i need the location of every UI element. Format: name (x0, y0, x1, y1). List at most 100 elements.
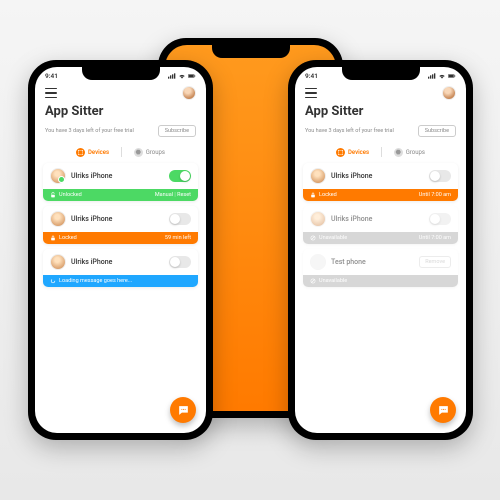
device-card: Ulriks iPhone Locked Until 7:00 am (303, 163, 458, 201)
device-avatar[interactable] (50, 168, 66, 184)
notch (82, 67, 160, 80)
status-label: Locked (59, 235, 77, 241)
page-title: App Sitter (295, 102, 466, 123)
device-status-strip: Locked 59 min left (43, 232, 198, 244)
tab-groups-label: Groups (406, 149, 425, 156)
wifi-icon (438, 73, 446, 79)
tab-devices[interactable]: ⬚ Devices (336, 148, 369, 157)
groups-icon: ⬣ (134, 148, 143, 157)
status-right-a: Until 7:00 am (419, 192, 451, 198)
chat-fab[interactable] (170, 397, 196, 423)
status-indicators (428, 73, 456, 79)
device-avatar[interactable] (50, 211, 66, 227)
subscribe-button[interactable]: Subscribe (418, 125, 456, 137)
status-label: Unlocked (59, 192, 82, 198)
tab-groups-label: Groups (146, 149, 165, 156)
menu-icon[interactable] (305, 88, 317, 98)
header-bar (35, 82, 206, 102)
groups-icon: ⬣ (394, 148, 403, 157)
device-card: Ulriks iPhone Unlocked Manual | Reset (43, 163, 198, 201)
device-row: Ulriks iPhone (303, 206, 458, 232)
battery-icon (188, 73, 196, 79)
device-list: Ulriks iPhone Unlocked Manual | Reset (35, 163, 206, 287)
device-name: Ulriks iPhone (331, 172, 372, 180)
status-right-a: 59 min left (165, 235, 191, 241)
device-left: Ulriks iPhone (310, 211, 372, 227)
unavailable-icon (310, 278, 316, 284)
device-left: Ulriks iPhone (50, 254, 112, 270)
devices-icon: ⬚ (336, 148, 345, 157)
device-avatar[interactable] (310, 168, 326, 184)
device-card: Ulriks iPhone Loading message goes here.… (43, 249, 198, 287)
tab-groups[interactable]: ⬣ Groups (134, 148, 165, 157)
tab-devices-label: Devices (88, 149, 109, 156)
status-time: 9:41 (305, 72, 318, 80)
signal-icon (428, 73, 436, 79)
tab-devices-label: Devices (348, 149, 369, 156)
device-left: Ulriks iPhone (310, 168, 372, 184)
chat-icon (177, 404, 190, 417)
lock-icon (50, 235, 56, 241)
page-title: App Sitter (35, 102, 206, 123)
subscribe-button[interactable]: Subscribe (158, 125, 196, 137)
device-name: Test phone (331, 258, 366, 266)
remove-button[interactable]: Remove (419, 256, 451, 268)
device-toggle[interactable] (169, 213, 191, 225)
device-status-strip: Unavailable Until 7:00 am (303, 232, 458, 244)
phone-left: 9:41 App Sitter You have 3 days left of … (28, 60, 213, 440)
device-row: Ulriks iPhone (43, 249, 198, 275)
unlock-icon (50, 192, 56, 198)
chat-icon (437, 404, 450, 417)
status-label: Unavailable (319, 278, 347, 284)
device-avatar[interactable] (50, 254, 66, 270)
status-label: Loading message goes here... (59, 278, 132, 284)
tab-groups[interactable]: ⬣ Groups (394, 148, 425, 157)
devices-icon: ⬚ (76, 148, 85, 157)
device-card: Ulriks iPhone Locked 59 min left (43, 206, 198, 244)
device-status-strip: Loading message goes here... (43, 275, 198, 287)
trial-row: You have 3 days left of your free trial … (295, 123, 466, 143)
status-time: 9:41 (45, 72, 58, 80)
device-name: Ulriks iPhone (71, 215, 112, 223)
device-toggle[interactable] (429, 170, 451, 182)
trial-text: You have 3 days left of your free trial (45, 128, 134, 134)
device-toggle[interactable] (429, 213, 451, 225)
user-avatar[interactable] (442, 86, 456, 100)
device-name: Ulriks iPhone (71, 172, 112, 180)
device-avatar[interactable] (310, 254, 326, 270)
spinner-icon (50, 278, 56, 284)
chat-fab[interactable] (430, 397, 456, 423)
tabs: ⬚ Devices ⬣ Groups (295, 143, 466, 163)
phone-right: 9:41 App Sitter You have 3 days left of … (288, 60, 473, 440)
battery-icon (448, 73, 456, 79)
status-right-b[interactable]: Reset (177, 192, 191, 198)
unavailable-icon (310, 235, 316, 241)
device-status-strip: Unlocked Manual | Reset (43, 189, 198, 201)
device-name: Ulriks iPhone (71, 258, 112, 266)
device-row: Test phone Remove (303, 249, 458, 275)
device-row: Ulriks iPhone (43, 163, 198, 189)
tab-devices[interactable]: ⬚ Devices (76, 148, 109, 157)
tabs: ⬚ Devices ⬣ Groups (35, 143, 206, 163)
header-bar (295, 82, 466, 102)
device-left: Test phone (310, 254, 366, 270)
trial-text: You have 3 days left of your free trial (305, 128, 394, 134)
device-toggle[interactable] (169, 256, 191, 268)
user-avatar[interactable] (182, 86, 196, 100)
screen-right: 9:41 App Sitter You have 3 days left of … (295, 67, 466, 433)
notch (212, 45, 290, 58)
device-left: Ulriks iPhone (50, 168, 112, 184)
signal-icon (168, 73, 176, 79)
status-label: Locked (319, 192, 337, 198)
menu-icon[interactable] (45, 88, 57, 98)
lock-icon (310, 192, 316, 198)
trial-row: You have 3 days left of your free trial … (35, 123, 206, 143)
device-row: Ulriks iPhone (43, 206, 198, 232)
device-status-strip: Unavailable (303, 275, 458, 287)
device-toggle[interactable] (169, 170, 191, 182)
notch (342, 67, 420, 80)
status-right-a[interactable]: Manual (155, 192, 173, 198)
device-status-strip: Locked Until 7:00 am (303, 189, 458, 201)
device-avatar[interactable] (310, 211, 326, 227)
device-card: Ulriks iPhone Unavailable Until 7:00 am (303, 206, 458, 244)
